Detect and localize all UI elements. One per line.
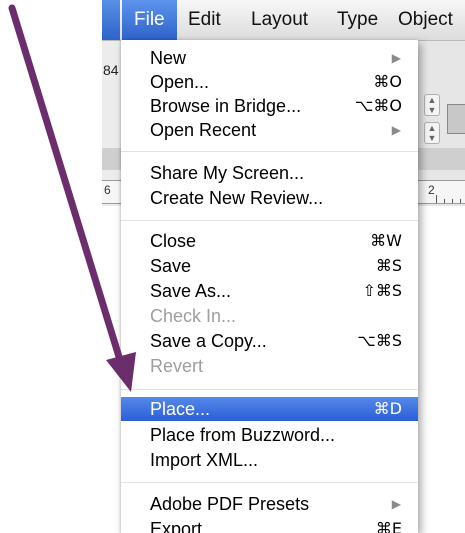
menu-separator — [121, 151, 418, 152]
menu-layout[interactable]: Layout — [251, 0, 308, 40]
menu-item-place-from-buzzword[interactable]: Place from Buzzword... — [121, 423, 418, 447]
screenshot-stage: 84 ▲ ▼ ▲ ▼ 6 2 File Edit Layout Type Objec… — [0, 0, 465, 533]
menu-item-browse-in-bridge[interactable]: Browse in Bridge... ⌥⌘O — [121, 94, 418, 118]
menu-object[interactable]: Object — [398, 0, 453, 40]
stepper-control[interactable]: ▲ ▼ — [424, 94, 440, 116]
menu-item-open[interactable]: Open... ⌘O — [121, 70, 418, 94]
stepper-control[interactable]: ▲ ▼ — [424, 122, 440, 144]
menu-item-export[interactable]: Export... ⌘E — [121, 517, 418, 533]
menu-item-save-a-copy[interactable]: Save a Copy... ⌥⌘S — [121, 329, 418, 353]
shortcut: ⌥⌘O — [354, 96, 402, 115]
shortcut: ⌘O — [373, 72, 402, 91]
shortcut: ⌘D — [373, 399, 402, 418]
menu-item-close[interactable]: Close ⌘W — [121, 229, 418, 253]
menu-item-place[interactable]: Place... ⌘D — [121, 397, 418, 421]
background-number: 84 — [103, 62, 119, 78]
ruler-label: 2 — [428, 183, 435, 197]
menu-item-save-as[interactable]: Save As... ⇧⌘S — [121, 279, 418, 303]
menu-item-import-xml[interactable]: Import XML... — [121, 448, 418, 472]
menu-item-revert: Revert — [150, 356, 204, 376]
shortcut: ⌘E — [375, 519, 402, 533]
menu-item-adobe-pdf-presets[interactable]: Adobe PDF Presets ▶ — [121, 492, 418, 516]
triangle-right-icon: ▶ — [391, 123, 401, 137]
menu-item-create-new-review[interactable]: Create New Review... — [121, 186, 418, 210]
menu-item-share-my-screen[interactable]: Share My Screen... — [121, 161, 418, 185]
menu-item-new[interactable]: New ▶ — [121, 46, 418, 70]
menu-item-check-in: Check In... — [150, 306, 237, 326]
ruler-label: 6 — [104, 183, 111, 197]
menu-separator — [121, 220, 418, 221]
triangle-right-icon: ▶ — [391, 51, 401, 65]
menu-file[interactable]: File — [122, 0, 177, 40]
shortcut: ⌥⌘S — [357, 331, 402, 350]
menu-item-open-recent[interactable]: Open Recent ▶ — [121, 118, 418, 142]
menu-separator — [121, 389, 418, 390]
triangle-right-icon: ▶ — [391, 497, 401, 511]
menu-bar: File Edit Layout Type Object — [102, 0, 465, 41]
shortcut: ⇧⌘S — [362, 281, 402, 300]
menu-bar-previous-item[interactable] — [102, 0, 120, 40]
tool-button[interactable] — [447, 104, 465, 134]
file-menu-dropdown: New ▶ Open... ⌘O Browse in Bridge... ⌥⌘O… — [121, 40, 418, 533]
shortcut: ⌘S — [375, 256, 402, 275]
menu-separator — [121, 482, 418, 483]
menu-type[interactable]: Type — [337, 0, 378, 40]
menu-item-save[interactable]: Save ⌘S — [121, 254, 418, 278]
menu-edit[interactable]: Edit — [188, 0, 221, 40]
shortcut: ⌘W — [370, 231, 402, 250]
